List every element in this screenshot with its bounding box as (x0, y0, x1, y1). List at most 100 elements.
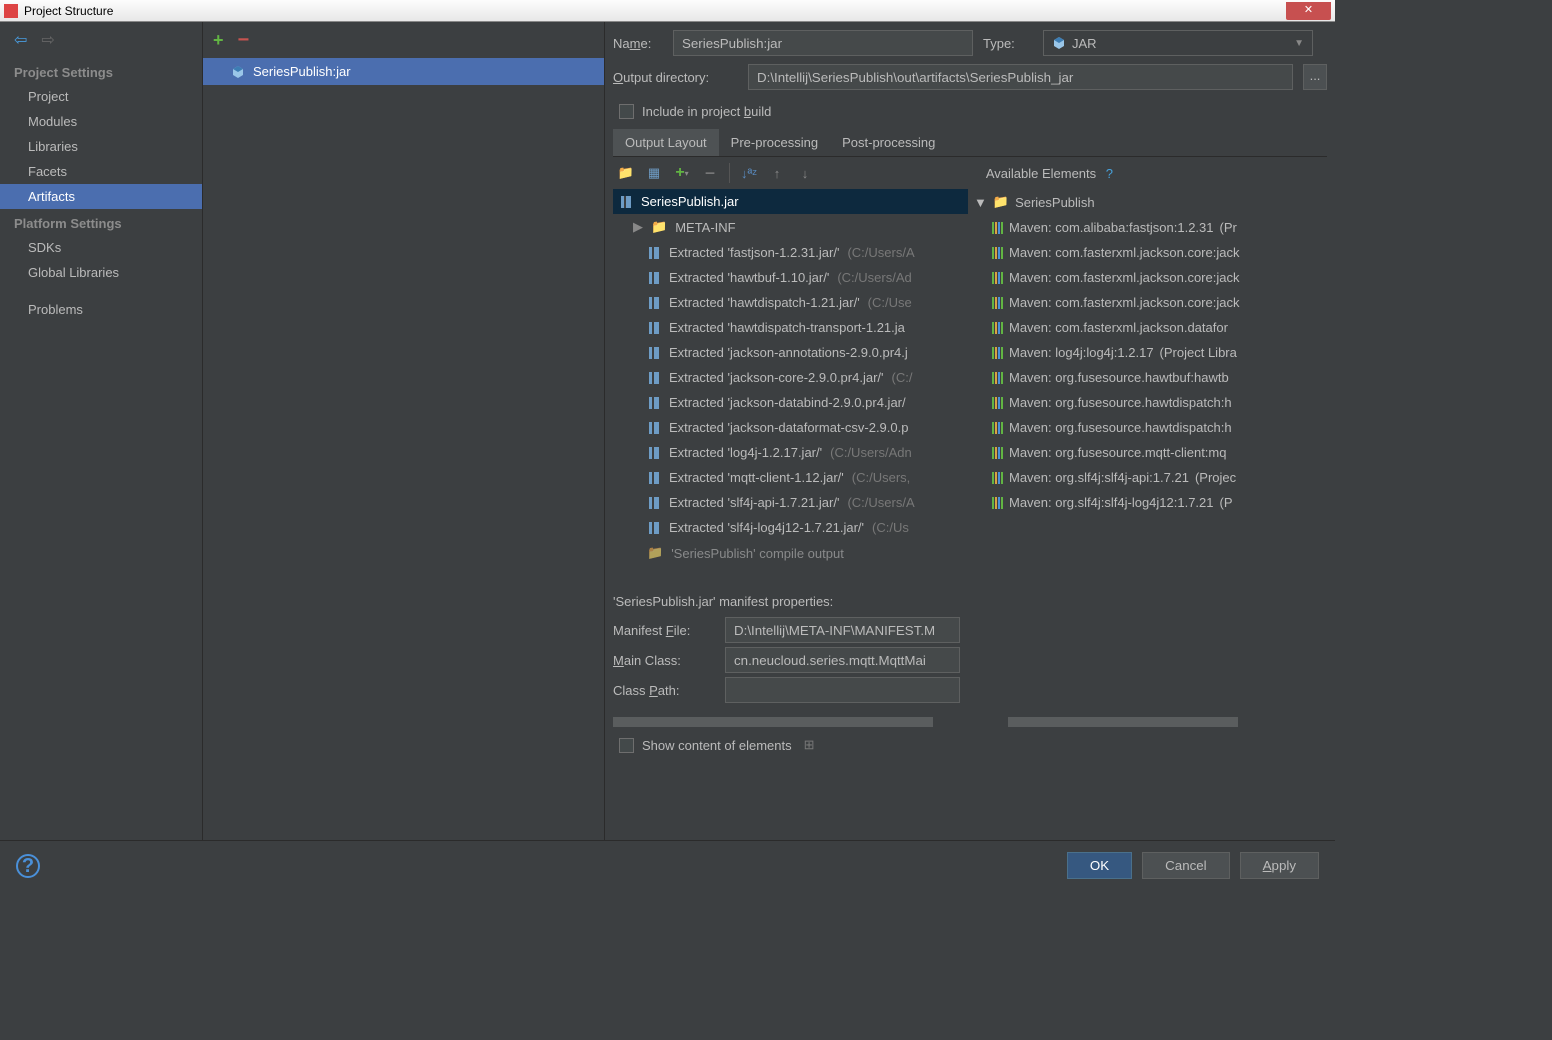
section-project-settings: Project Settings (0, 58, 202, 84)
titlebar: Project Structure ✕ (0, 0, 1335, 22)
nav-sdks[interactable]: SDKs (0, 235, 202, 260)
type-label: Type: (983, 36, 1033, 51)
tree-extracted-item[interactable]: Extracted 'slf4j-api-1.7.21.jar/' (C:/Us… (613, 490, 968, 515)
add-copy-icon[interactable]: +▾ (673, 164, 691, 182)
tree-extracted-item[interactable]: Extracted 'mqtt-client-1.12.jar/' (C:/Us… (613, 465, 968, 490)
tree-extracted-item[interactable]: Extracted 'slf4j-log4j12-1.7.21.jar/' (C… (613, 515, 968, 540)
available-root[interactable]: ▼ 📁 SeriesPublish (968, 189, 1327, 215)
type-dropdown[interactable]: JAR ▼ (1043, 30, 1313, 56)
tree-extracted-item[interactable]: Extracted 'fastjson-1.2.31.jar/' (C:/Use… (613, 240, 968, 265)
close-button[interactable]: ✕ (1286, 2, 1331, 20)
include-build-label: Include in project build (642, 104, 771, 119)
cancel-button[interactable]: Cancel (1142, 852, 1230, 879)
apply-button[interactable]: Apply (1240, 852, 1319, 879)
tree-extracted-item[interactable]: Extracted 'jackson-annotations-2.9.0.pr4… (613, 340, 968, 365)
artifact-item[interactable]: SeriesPublish:jar (203, 58, 604, 85)
nav-modules[interactable]: Modules (0, 109, 202, 134)
tabs: Output Layout Pre-processing Post-proces… (613, 129, 1327, 157)
library-icon (992, 322, 1003, 334)
available-library-item[interactable]: Maven: org.fusesource.hawtdispatch:h (968, 390, 1327, 415)
available-library-item[interactable]: Maven: com.fasterxml.jackson.datafor (968, 315, 1327, 340)
add-artifact-icon[interactable]: + (213, 30, 224, 51)
available-library-item[interactable]: Maven: com.fasterxml.jackson.core:jack (968, 265, 1327, 290)
remove-icon[interactable]: − (701, 164, 719, 182)
tree-root-jar[interactable]: SeriesPublish.jar (613, 189, 968, 214)
library-icon (992, 472, 1003, 484)
caret-right-icon[interactable]: ▶ (633, 219, 643, 235)
manifest-file-label: Manifest File: (613, 623, 713, 638)
tree-extracted-item[interactable]: Extracted 'hawtdispatch-1.21.jar/' (C:/U… (613, 290, 968, 315)
tree-extracted-item[interactable]: Extracted 'jackson-dataformat-csv-2.9.0.… (613, 415, 968, 440)
library-icon (992, 272, 1003, 284)
archive-icon (619, 195, 633, 209)
tab-post-processing[interactable]: Post-processing (830, 129, 947, 156)
available-library-item[interactable]: Maven: org.fusesource.hawtdispatch:h (968, 415, 1327, 440)
forward-icon[interactable]: ⇨ (41, 30, 54, 50)
tree-extracted-item[interactable]: Extracted 'log4j-1.2.17.jar/' (C:/Users/… (613, 440, 968, 465)
name-input[interactable] (673, 30, 973, 56)
available-library-item[interactable]: Maven: log4j:log4j:1.2.17 (Project Libra (968, 340, 1327, 365)
sort-icon[interactable]: ↓ªᶻ (740, 164, 758, 182)
available-library-item[interactable]: Maven: com.fasterxml.jackson.core:jack (968, 290, 1327, 315)
library-icon (992, 347, 1003, 359)
name-label: Name: (613, 36, 663, 51)
available-library-item[interactable]: Maven: org.slf4j:slf4j-log4j12:1.7.21 (P (968, 490, 1327, 515)
available-library-item[interactable]: Maven: com.fasterxml.jackson.core:jack (968, 240, 1327, 265)
output-layout-tree[interactable]: SeriesPublish.jar ▶ 📁 META-INF Extracted… (613, 189, 968, 584)
move-up-icon[interactable]: ↑ (768, 164, 786, 182)
library-icon (992, 372, 1003, 384)
ok-button[interactable]: OK (1067, 852, 1132, 879)
nav-artifacts[interactable]: Artifacts (0, 184, 202, 209)
manifest-file-input[interactable] (725, 617, 960, 643)
nav-libraries[interactable]: Libraries (0, 134, 202, 159)
library-icon (992, 397, 1003, 409)
library-icon (992, 447, 1003, 459)
class-path-label: Class Path: (613, 683, 713, 698)
available-elements-tree[interactable]: ▼ 📁 SeriesPublish Maven: com.alibaba:fas… (968, 189, 1327, 584)
tab-pre-processing[interactable]: Pre-processing (719, 129, 830, 156)
tree-extracted-item[interactable]: Extracted 'hawtbuf-1.10.jar/' (C:/Users/… (613, 265, 968, 290)
browse-button[interactable]: ... (1303, 64, 1327, 90)
tree-extracted-item[interactable]: Extracted 'hawtdispatch-transport-1.21.j… (613, 315, 968, 340)
expand-icon[interactable]: ⊞ (804, 737, 815, 753)
folder-icon: 📁 (651, 219, 667, 235)
show-content-label: Show content of elements (642, 738, 792, 753)
back-icon[interactable]: ⇦ (14, 30, 27, 50)
tree-folder-metainf[interactable]: ▶ 📁 META-INF (613, 214, 968, 240)
new-archive-icon[interactable]: ▦ (645, 164, 663, 182)
extracted-archive-icon (647, 421, 661, 435)
footer: ? OK Cancel Apply (0, 840, 1335, 890)
remove-artifact-icon[interactable]: − (238, 29, 250, 52)
available-library-item[interactable]: Maven: org.slf4j:slf4j-api:1.7.21 (Proje… (968, 465, 1327, 490)
tab-output-layout[interactable]: Output Layout (613, 129, 719, 156)
show-content-checkbox[interactable] (619, 738, 634, 753)
new-folder-icon[interactable]: 📁 (617, 164, 635, 182)
move-down-icon[interactable]: ↓ (796, 164, 814, 182)
caret-down-icon[interactable]: ▼ (974, 195, 987, 210)
extracted-archive-icon (647, 271, 661, 285)
help-button[interactable]: ? (16, 854, 40, 878)
library-icon (992, 297, 1003, 309)
available-library-item[interactable]: Maven: org.fusesource.mqtt-client:mq (968, 440, 1327, 465)
nav-problems[interactable]: Problems (0, 297, 202, 322)
main-class-input[interactable] (725, 647, 960, 673)
include-build-checkbox[interactable] (619, 104, 634, 119)
output-directory-input[interactable] (748, 64, 1293, 90)
available-library-item[interactable]: Maven: com.alibaba:fastjson:1.2.31 (Pr (968, 215, 1327, 240)
extracted-archive-icon (647, 371, 661, 385)
tree-extracted-item[interactable]: Extracted 'jackson-core-2.9.0.pr4.jar/' … (613, 365, 968, 390)
available-elements-header: Available Elements ? (986, 159, 1113, 188)
nav-project[interactable]: Project (0, 84, 202, 109)
class-path-input[interactable] (725, 677, 960, 703)
nav-facets[interactable]: Facets (0, 159, 202, 184)
artifact-list-panel: + − SeriesPublish:jar (203, 22, 605, 840)
nav-global-libraries[interactable]: Global Libraries (0, 260, 202, 285)
left-scrollbar[interactable] (613, 717, 968, 727)
tree-extracted-item[interactable]: Extracted 'jackson-databind-2.9.0.pr4.ja… (613, 390, 968, 415)
available-library-item[interactable]: Maven: org.fusesource.hawtbuf:hawtb (968, 365, 1327, 390)
extracted-archive-icon (647, 321, 661, 335)
right-scrollbar[interactable] (1008, 717, 1327, 727)
chevron-down-icon: ▼ (1294, 38, 1304, 49)
tree-compile-output[interactable]: 📁 'SeriesPublish' compile output (613, 540, 968, 566)
help-icon[interactable]: ? (1106, 166, 1113, 181)
